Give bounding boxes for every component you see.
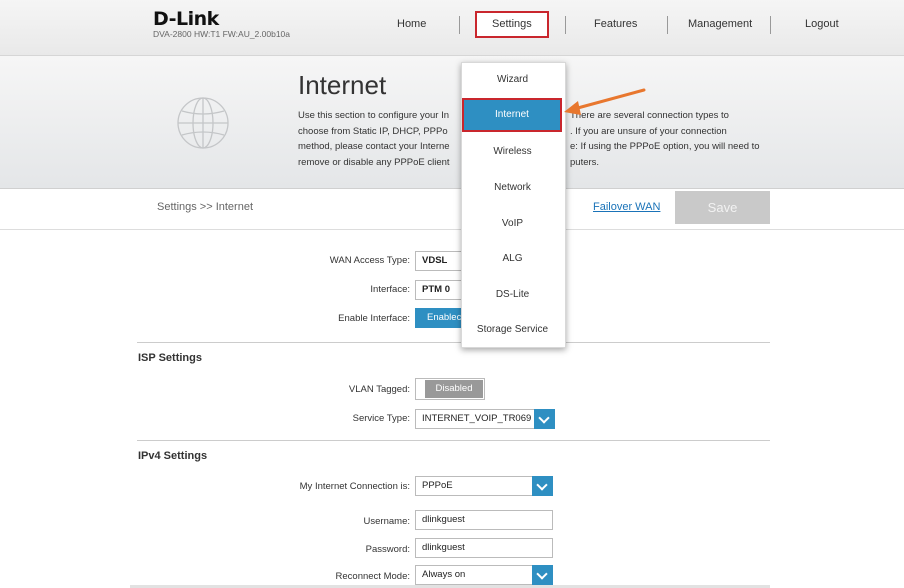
isp-settings-title: ISP Settings: [138, 352, 202, 364]
globe-icon: [177, 97, 229, 149]
top-header: [0, 0, 904, 56]
breadcrumb: Settings >> Internet: [157, 201, 254, 213]
password-input[interactable]: dlinkguest: [415, 538, 553, 558]
nav-management[interactable]: Management: [688, 18, 752, 30]
wan-access-type-label: WAN Access Type:: [329, 255, 410, 266]
nav-divider: [565, 16, 566, 34]
dlink-logo: D-Link: [153, 8, 219, 30]
chevron-down-icon[interactable]: [532, 476, 553, 496]
arrow-icon: [564, 88, 646, 115]
menu-item-network[interactable]: Network: [461, 182, 564, 193]
section-divider: [137, 342, 770, 343]
menu-item-voip[interactable]: VoIP: [461, 218, 564, 229]
nav-settings[interactable]: Settings: [492, 18, 532, 30]
connection-type-label: My Internet Connection is:: [299, 481, 410, 492]
vlan-tagged-state: Disabled: [425, 380, 483, 398]
menu-item-internet[interactable]: Internet: [462, 98, 562, 132]
nav-features[interactable]: Features: [594, 18, 637, 30]
vlan-tagged-label: VLAN Tagged:: [348, 384, 410, 395]
menu-item-alg[interactable]: ALG: [461, 253, 564, 264]
save-button[interactable]: Save: [675, 191, 770, 224]
service-type-select[interactable]: INTERNET_VOIP_TR069: [415, 409, 535, 429]
section-divider: [137, 440, 770, 441]
reconnect-mode-select[interactable]: Always on: [415, 565, 535, 585]
nav-home[interactable]: Home: [397, 18, 426, 30]
nav-divider: [459, 16, 460, 34]
nav-divider: [667, 16, 668, 34]
service-type-label: Service Type:: [352, 413, 410, 424]
model-info: DVA-2800 HW:T1 FW:AU_2.00b10a: [153, 29, 291, 39]
username-input[interactable]: dlinkguest: [415, 510, 553, 530]
page-title: Internet: [298, 70, 387, 100]
menu-item-wizard[interactable]: Wizard: [461, 74, 564, 85]
ipv4-settings-title: IPv4 Settings: [138, 450, 208, 462]
page-banner: [0, 56, 904, 189]
chevron-down-icon[interactable]: [532, 565, 553, 585]
connection-type-select[interactable]: PPPoE: [415, 476, 535, 496]
enable-interface-label: Enable Interface:: [338, 313, 410, 324]
nav-logout[interactable]: Logout: [805, 18, 839, 30]
failover-wan-link[interactable]: Failover WAN: [593, 201, 660, 213]
interface-label: Interface:: [370, 284, 410, 295]
password-label: Password:: [365, 544, 410, 555]
menu-item-ds-lite[interactable]: DS-Lite: [461, 289, 564, 300]
menu-item-wireless[interactable]: Wireless: [461, 146, 564, 157]
reconnect-mode-label: Reconnect Mode:: [335, 571, 410, 582]
menu-item-storage-service[interactable]: Storage Service: [461, 324, 564, 335]
banner-description: Use this section to configure your In ch…: [298, 110, 450, 168]
username-label: Username:: [363, 516, 410, 527]
vlan-tagged-toggle[interactable]: Disabled: [415, 378, 485, 400]
chevron-down-icon[interactable]: [534, 409, 555, 429]
nav-divider: [770, 16, 771, 34]
